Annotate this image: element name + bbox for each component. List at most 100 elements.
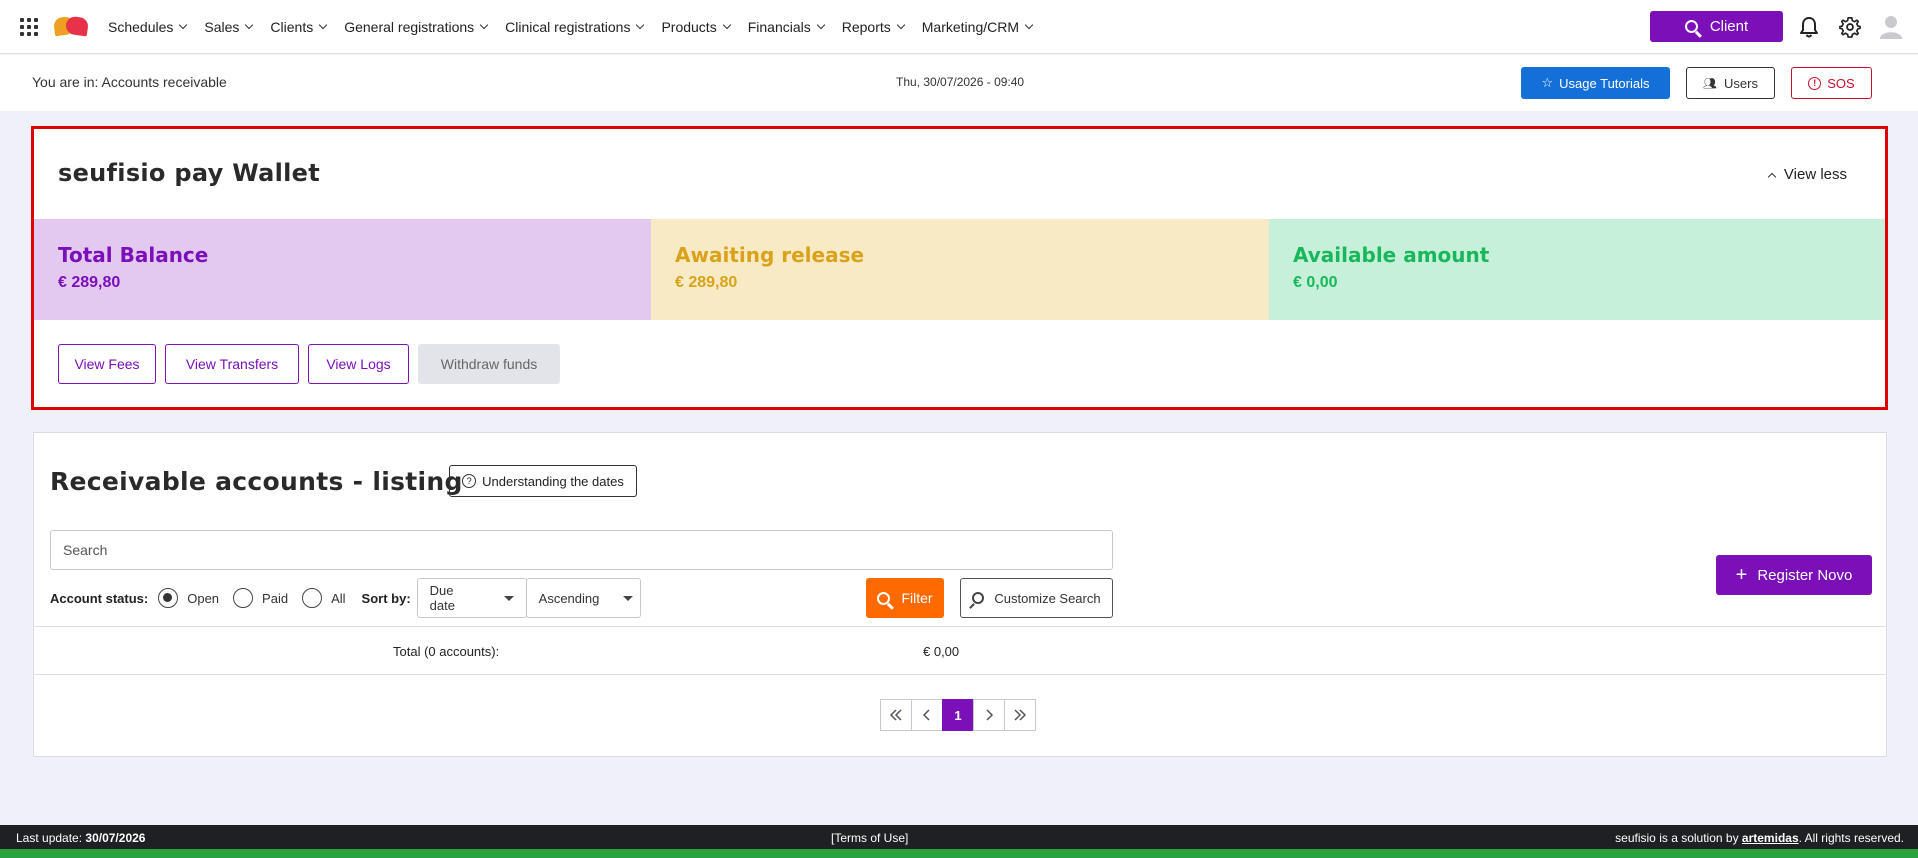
sort-field-select[interactable]: Due date [416, 578, 527, 618]
sort-by-label: Sort by: [361, 590, 411, 606]
chevron-down-icon [179, 20, 188, 29]
users-button[interactable]: 👥︎ Users [1686, 67, 1775, 99]
understanding-dates-label: Understanding the dates [482, 473, 624, 489]
understanding-dates-button[interactable]: ? Understanding the dates [449, 465, 637, 497]
view-logs-button[interactable]: View Logs [308, 344, 409, 384]
main-menu: Schedules Sales Clients General registra… [108, 19, 1050, 35]
terms-of-use-link[interactable]: [Terms of Use] [831, 831, 908, 845]
caret-down-icon [623, 595, 634, 601]
bell-icon[interactable] [1799, 16, 1819, 38]
available-amount-card: Available amount € 0,00 [1269, 219, 1885, 320]
withdraw-funds-button[interactable]: Withdraw funds [418, 344, 560, 384]
usage-tutorials-label: Usage Tutorials [1559, 75, 1650, 91]
menu-schedules[interactable]: Schedules [108, 18, 188, 35]
sort-order-select[interactable]: Ascending [525, 578, 641, 618]
users-icon: 👥︎ [1703, 77, 1717, 90]
register-new-button[interactable]: + Register Novo [1716, 555, 1872, 595]
menu-label: Schedules [108, 18, 174, 35]
chevron-down-icon [816, 20, 825, 29]
page-button-current[interactable]: 1 [942, 699, 974, 731]
prev-page-button[interactable] [911, 699, 943, 731]
view-fees-button[interactable]: View Fees [58, 344, 156, 384]
last-update: Last update: 30/07/2026 [16, 831, 145, 845]
menu-reports[interactable]: Reports [841, 18, 906, 35]
chevron-right-icon [986, 709, 994, 721]
credit-prefix: seufisio is a solution by [1615, 831, 1739, 845]
filter-button[interactable]: Filter [866, 578, 944, 618]
menu-label: General registrations [344, 18, 475, 35]
menu-financials[interactable]: Financials [747, 18, 825, 35]
customize-search-button[interactable]: Customize Search [960, 578, 1113, 618]
sos-button[interactable]: ! SOS [1791, 67, 1872, 99]
filters-row: Account status: Open Paid All Sort by: D… [50, 578, 641, 618]
menu-label: Clinical registrations [505, 18, 631, 35]
chevron-down-icon [1024, 20, 1034, 29]
radio-icon [302, 588, 323, 608]
menu-label: Reports [841, 18, 891, 35]
total-row: Total (0 accounts): € 0,00 [34, 626, 1886, 675]
first-page-button[interactable] [880, 699, 912, 731]
next-page-button[interactable] [973, 699, 1005, 731]
sos-label: SOS [1827, 75, 1855, 91]
available-amount-title: Available amount [1293, 243, 1490, 267]
client-button-label: Client [1709, 18, 1749, 35]
credit-suffix: . All rights reserved. [1798, 831, 1904, 845]
filter-label: Filter [901, 590, 933, 606]
status-bar [0, 849, 1918, 858]
wallet-cards: Total Balance € 289,80 Awaiting release … [34, 219, 1885, 320]
brand-logo[interactable] [52, 15, 90, 39]
status-open-label: Open [187, 590, 220, 606]
view-transfers-button[interactable]: View Transfers [165, 344, 299, 384]
total-label: Total (0 accounts): [393, 644, 500, 659]
client-search-button[interactable]: Client [1650, 11, 1783, 42]
breadcrumb-bar: You are in: Accounts receivable Thu, 30/… [0, 55, 1918, 111]
caret-down-icon [503, 595, 514, 601]
users-label: Users [1724, 75, 1758, 91]
chevron-up-icon [1767, 172, 1777, 181]
total-balance-value: € 289,80 [58, 274, 121, 291]
last-page-button[interactable] [1004, 699, 1036, 731]
status-all-label: All [331, 590, 346, 606]
chevron-down-icon [479, 20, 489, 29]
company-link[interactable]: artemidas [1742, 831, 1799, 845]
menu-marketing-crm[interactable]: Marketing/CRM [922, 19, 1034, 35]
menu-sales[interactable]: Sales [204, 18, 254, 35]
search-icon [877, 591, 891, 605]
user-avatar-icon[interactable] [1880, 15, 1902, 39]
chevron-down-icon [896, 20, 906, 29]
menu-clinical-registrations[interactable]: Clinical registrations [505, 18, 645, 35]
menu-label: Products [661, 18, 717, 35]
account-status-label: Account status: [50, 590, 149, 606]
menu-general-registrations[interactable]: General registrations [344, 18, 489, 35]
menu-products[interactable]: Products [661, 18, 731, 35]
gear-icon[interactable] [1839, 16, 1861, 38]
double-chevron-right-icon [1014, 709, 1027, 721]
page-title: Receivable accounts - listing [50, 467, 463, 496]
search-icon [1684, 20, 1698, 33]
menu-clients[interactable]: Clients [270, 19, 328, 35]
wallet-title: seufisio pay Wallet [58, 159, 321, 187]
status-paid-label: Paid [262, 590, 289, 606]
breadcrumb: You are in: Accounts receivable [32, 74, 227, 90]
menu-label: Sales [204, 18, 240, 35]
chevron-down-icon [245, 20, 254, 29]
status-radio-paid[interactable]: Paid [233, 588, 288, 608]
available-amount-value: € 0,00 [1293, 274, 1338, 291]
status-radio-all[interactable]: All [302, 588, 346, 608]
menu-label: Financials [747, 18, 811, 35]
alert-icon: ! [1808, 76, 1822, 90]
radio-icon [233, 588, 254, 608]
current-datetime: Thu, 30/07/2026 - 09:40 [896, 75, 1025, 89]
status-radio-open[interactable]: Open [158, 588, 219, 608]
search-input[interactable] [50, 530, 1113, 570]
credits: seufisio is a solution by artemidas. All… [1615, 831, 1904, 845]
view-less-toggle[interactable]: View less [1767, 166, 1847, 183]
apps-grid-icon[interactable] [20, 17, 38, 36]
wallet-panel: seufisio pay Wallet View less Total Bala… [31, 126, 1888, 410]
last-update-date: 30/07/2026 [85, 831, 146, 845]
receivables-listing: Receivable accounts - listing ? Understa… [33, 432, 1887, 757]
wallet-actions: View Fees View Transfers View Logs Withd… [58, 344, 569, 384]
chevron-down-icon [722, 20, 731, 29]
sort-field-value: Due date [429, 583, 455, 613]
usage-tutorials-button[interactable]: ☆ Usage Tutorials [1521, 67, 1670, 99]
